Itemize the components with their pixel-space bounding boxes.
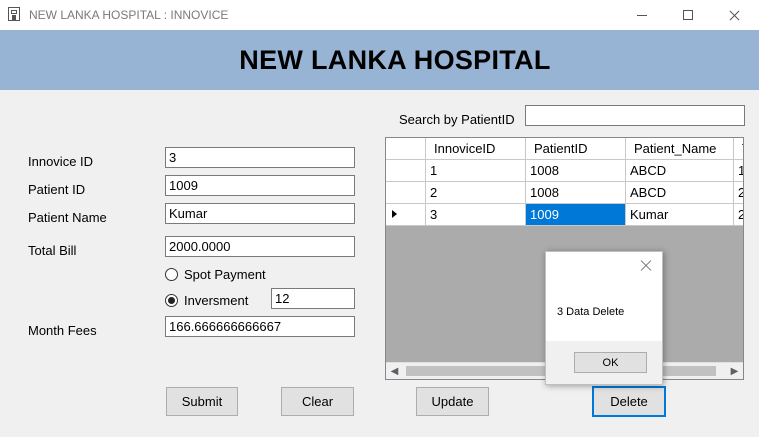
total-bill-label: Total Bill — [28, 243, 77, 258]
column-header-patient-name[interactable]: Patient_Name — [626, 138, 734, 160]
radio-unchecked-icon — [165, 268, 178, 281]
submit-button[interactable]: Submit — [166, 387, 238, 416]
scroll-left-icon[interactable]: ◀ — [386, 363, 403, 379]
month-fees-field[interactable] — [165, 316, 355, 337]
column-header-total[interactable]: T — [734, 138, 743, 160]
table-cell[interactable]: 1008 — [526, 182, 626, 204]
close-icon[interactable] — [639, 258, 653, 272]
maximize-icon[interactable] — [665, 0, 711, 30]
spot-payment-radio[interactable]: Spot Payment — [165, 267, 266, 282]
delete-button[interactable]: Delete — [592, 386, 666, 417]
window-titlebar: NEW LANKA HOSPITAL : INNOVICE — [0, 0, 759, 30]
table-cell[interactable]: 1008 — [526, 160, 626, 182]
table-cell[interactable]: 2 — [426, 182, 526, 204]
grid-corner-header — [386, 138, 426, 160]
row-header[interactable] — [386, 204, 426, 226]
patient-name-field[interactable] — [165, 203, 355, 224]
search-input[interactable] — [525, 105, 745, 126]
spot-payment-label: Spot Payment — [184, 267, 266, 282]
close-icon[interactable] — [711, 0, 757, 30]
installment-label: Inversment — [184, 293, 249, 308]
table-cell[interactable]: 3 — [426, 204, 526, 226]
table-cell[interactable]: ABCD — [626, 182, 734, 204]
ok-button[interactable]: OK — [574, 352, 647, 373]
table-cell[interactable]: 20 — [734, 204, 743, 226]
minimize-icon[interactable] — [619, 0, 665, 30]
table-row-current[interactable]: 3 1009 Kumar 20 — [386, 204, 743, 226]
table-cell[interactable]: 20 — [734, 182, 743, 204]
column-header-patient-id[interactable]: PatientID — [526, 138, 626, 160]
column-header-invoice-id[interactable]: InnoviceID — [426, 138, 526, 160]
patient-name-label: Patient Name — [28, 210, 107, 225]
month-fees-label: Month Fees — [28, 323, 97, 338]
current-row-arrow-icon — [392, 210, 397, 218]
dialog-message: 3 Data Delete — [557, 306, 625, 318]
clear-button[interactable]: Clear — [281, 387, 354, 416]
invoice-id-label: Innovice ID — [28, 154, 94, 169]
table-cell[interactable]: 18 — [734, 160, 743, 182]
header-banner: NEW LANKA HOSPITAL — [0, 30, 759, 90]
hospital-app-icon — [8, 7, 20, 21]
installment-radio[interactable]: Inversment — [165, 293, 248, 308]
message-dialog: 3 Data Delete OK — [545, 251, 663, 385]
radio-checked-icon — [165, 294, 178, 307]
row-header[interactable] — [386, 182, 426, 204]
table-cell[interactable]: Kumar — [626, 204, 734, 226]
table-row[interactable]: 1 1008 ABCD 18 — [386, 160, 743, 182]
window-title: NEW LANKA HOSPITAL : INNOVICE — [29, 8, 229, 22]
scroll-right-icon[interactable]: ▶ — [726, 363, 743, 379]
row-header[interactable] — [386, 160, 426, 182]
invoice-id-field[interactable] — [165, 147, 355, 168]
table-cell[interactable]: 1 — [426, 160, 526, 182]
grid-header-row: InnoviceID PatientID Patient_Name T — [386, 138, 743, 160]
patient-id-field[interactable] — [165, 175, 355, 196]
table-cell[interactable]: ABCD — [626, 160, 734, 182]
update-button[interactable]: Update — [416, 387, 489, 416]
table-row[interactable]: 2 1008 ABCD 20 — [386, 182, 743, 204]
patient-id-label: Patient ID — [28, 182, 86, 197]
installment-months-field[interactable] — [271, 288, 355, 309]
page-title: NEW LANKA HOSPITAL — [239, 45, 551, 75]
search-label: Search by PatientID — [399, 112, 515, 127]
table-cell-selected[interactable]: 1009 — [526, 204, 626, 226]
total-bill-field[interactable] — [165, 236, 355, 257]
dialog-footer: OK — [546, 341, 662, 384]
